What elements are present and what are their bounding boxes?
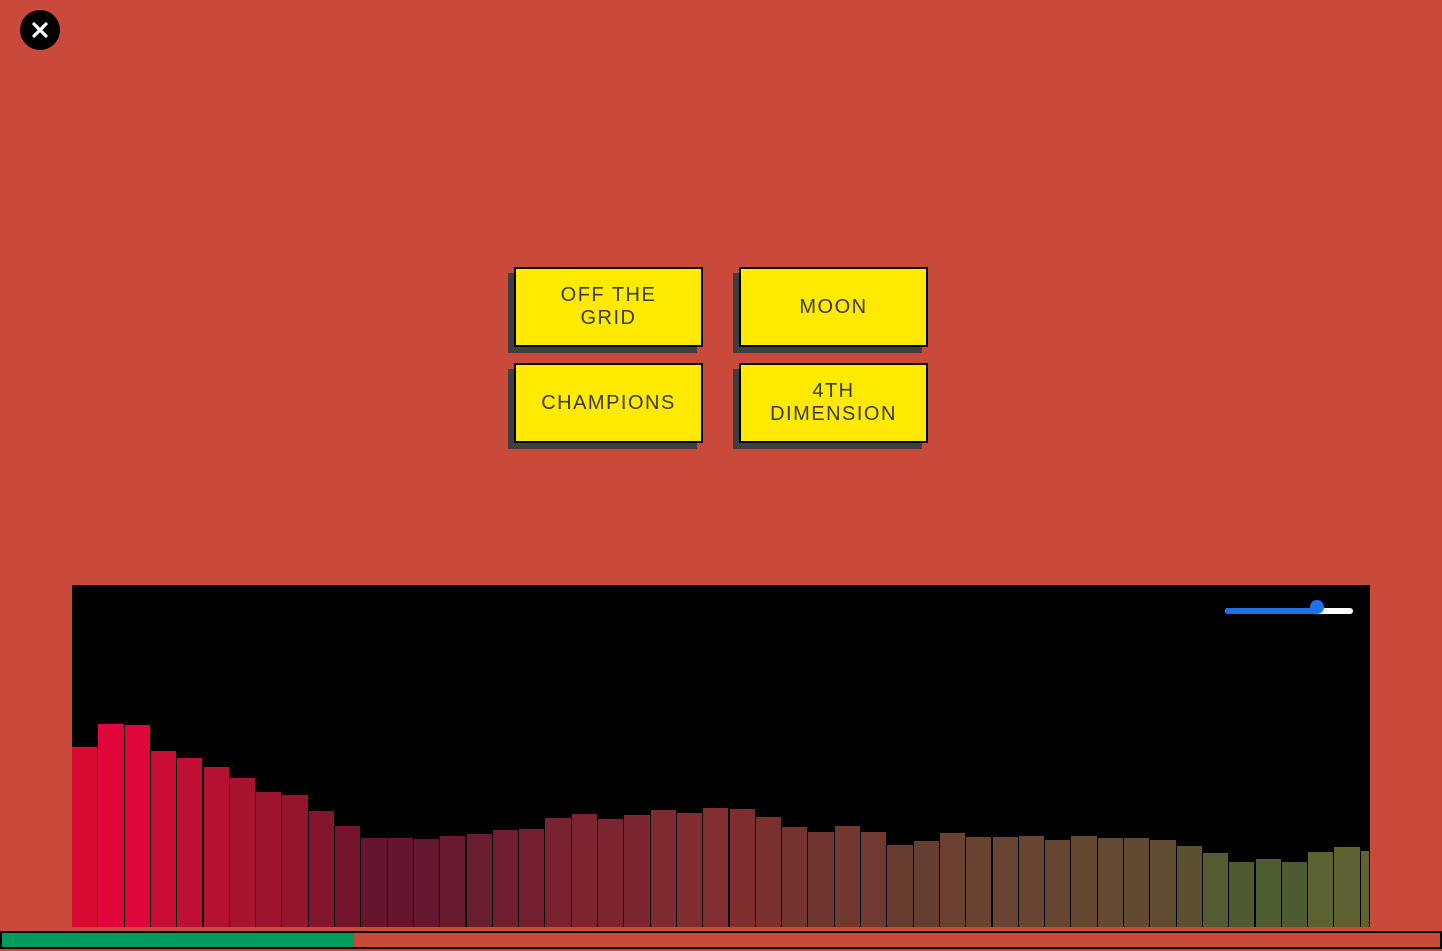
visualizer-bar <box>703 808 730 927</box>
visualizer-bar <box>466 834 493 927</box>
track-label: 4TH DIMENSION <box>770 380 897 425</box>
visualizer-bar <box>203 767 230 927</box>
visualizer-bar <box>519 829 546 927</box>
visualizer-bar <box>1360 851 1370 927</box>
track-button-champions[interactable]: CHAMPIONS <box>514 363 703 443</box>
visualizer-bar <box>177 758 204 927</box>
track-label: MOON <box>799 295 868 318</box>
visualizer-bar <box>887 845 914 927</box>
visualizer-bar <box>229 778 257 927</box>
track-button-4th-dimension[interactable]: 4TH DIMENSION <box>739 363 928 443</box>
visualizer-bar <box>545 818 572 927</box>
visualizer-bar <box>992 837 1019 927</box>
visualizer-bar <box>1334 847 1361 927</box>
visualizer-bar <box>1045 840 1072 927</box>
visualizer-bar <box>861 832 888 927</box>
close-button[interactable] <box>20 10 60 50</box>
visualizer-bar <box>755 817 783 927</box>
visualizer-bar <box>1202 853 1230 927</box>
visualizer-bar <box>650 810 677 927</box>
visualizer-bar <box>1097 838 1124 927</box>
visualizer-bar <box>308 811 335 927</box>
visualizer-bar <box>939 833 967 927</box>
visualizer-bar <box>1018 836 1046 927</box>
visualizer-bar <box>1229 862 1256 927</box>
track-button-off-the-grid[interactable]: OFF THE GRID <box>514 267 703 347</box>
visualizer-bar <box>782 827 809 927</box>
visualizer-bar <box>387 838 414 927</box>
playback-progress-fill <box>2 933 355 947</box>
visualizer-bar <box>282 795 309 927</box>
visualizer-bar <box>492 830 520 927</box>
visualizer-bar <box>1281 862 1309 927</box>
visualizer-bar <box>598 819 625 927</box>
visualizer-bar <box>571 814 598 927</box>
visualizer-bar <box>72 747 99 927</box>
playback-progress-bar[interactable] <box>0 931 1442 949</box>
visualizer-bar <box>913 841 940 927</box>
visualizer-bars <box>72 585 1370 927</box>
volume-fill <box>1225 608 1318 614</box>
visualizer-bar <box>1071 836 1098 927</box>
visualizer-bar <box>335 826 362 927</box>
track-label: CHAMPIONS <box>541 391 676 414</box>
volume-slider[interactable] <box>1225 600 1353 618</box>
visualizer-bar <box>256 792 283 927</box>
visualizer-bar <box>361 838 388 927</box>
visualizer-bar <box>1308 852 1335 927</box>
visualizer-bar <box>676 813 704 927</box>
visualizer-bar <box>150 751 178 927</box>
visualizer-bar <box>729 809 756 927</box>
track-button-moon[interactable]: MOON <box>739 267 928 347</box>
close-icon <box>32 22 48 38</box>
visualizer-bar <box>98 724 125 927</box>
visualizer-bar <box>808 832 835 927</box>
audio-visualizer <box>72 585 1370 927</box>
visualizer-bar <box>1150 840 1177 927</box>
visualizer-bar <box>413 839 441 927</box>
visualizer-bar <box>834 826 861 927</box>
volume-track <box>1225 608 1353 614</box>
visualizer-bar <box>1255 859 1282 927</box>
track-label: OFF THE GRID <box>560 284 657 329</box>
visualizer-bar <box>1124 838 1151 927</box>
visualizer-bar <box>440 836 467 927</box>
visualizer-bar <box>1176 846 1203 927</box>
visualizer-bar <box>966 837 993 927</box>
visualizer-bar <box>124 725 151 927</box>
visualizer-bar <box>624 815 651 927</box>
